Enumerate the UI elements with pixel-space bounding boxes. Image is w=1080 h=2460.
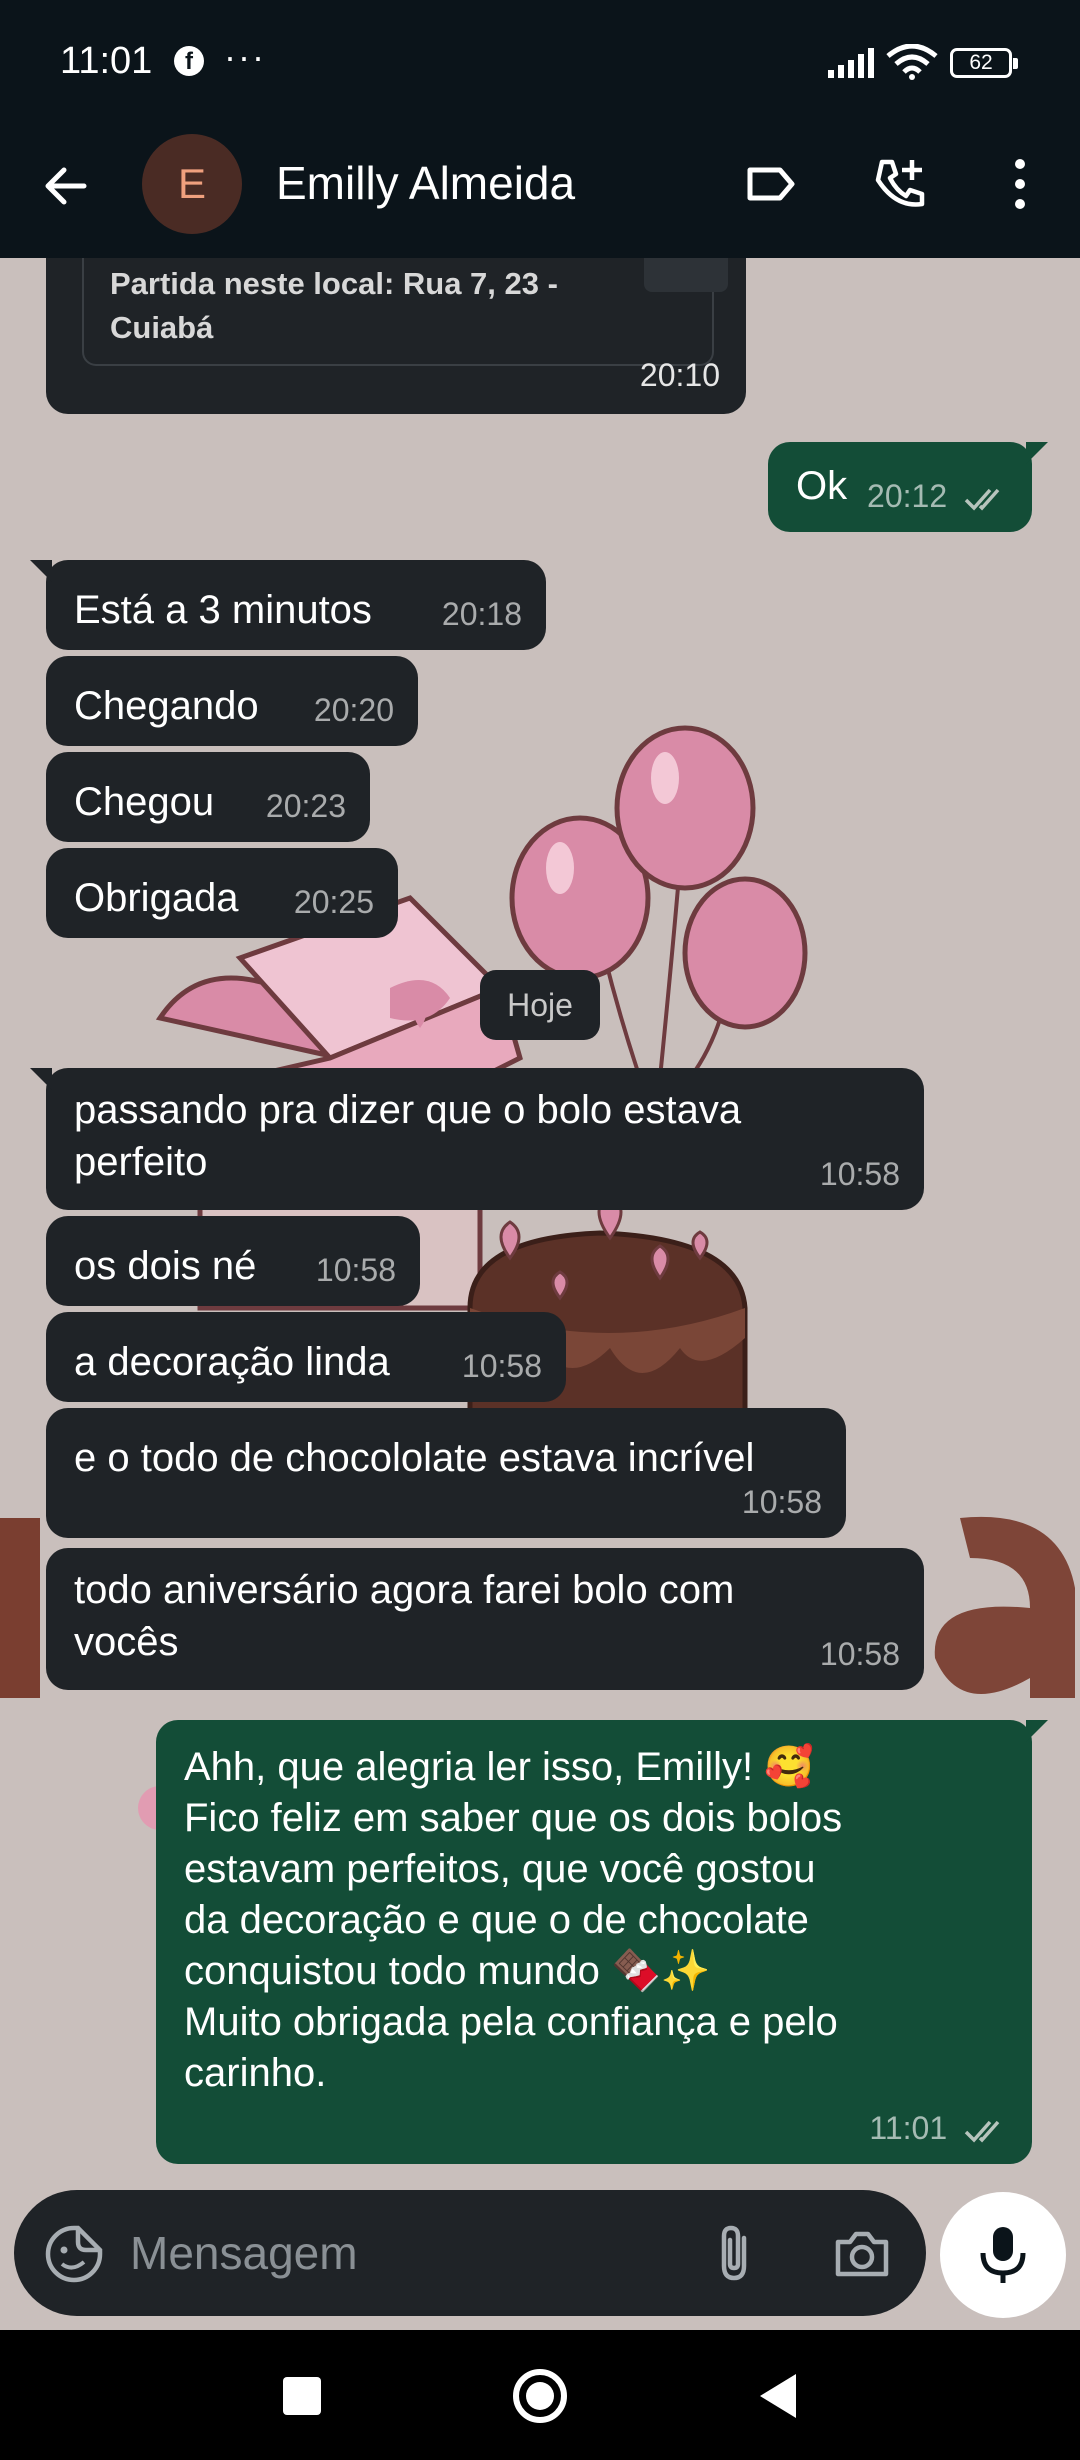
message-line: carinho.	[184, 2051, 327, 2095]
message-text: todo aniversário agora farei bolo com vo…	[74, 1564, 734, 1668]
message-bubble-incoming[interactable]: a decoração linda 10:58	[46, 1312, 566, 1402]
message-line: todo aniversário agora farei bolo com	[74, 1568, 735, 1612]
message-text: Ok	[796, 464, 848, 508]
message-bubble-incoming[interactable]: Chegando 20:20	[46, 656, 418, 746]
add-call-icon[interactable]	[866, 150, 934, 218]
message-text: Chegando	[74, 684, 259, 728]
message-line: Fico feliz em saber que os dois bolos	[184, 1796, 843, 1840]
wifi-icon	[886, 44, 938, 80]
message-text: e o todo de chocololate estava incrível	[74, 1436, 755, 1480]
contact-name[interactable]: Emilly Almeida	[276, 156, 575, 210]
message-text: Chegou	[74, 780, 215, 824]
message-time: 11:01	[869, 2102, 1008, 2154]
label-icon[interactable]	[736, 150, 804, 218]
facebook-icon: f	[174, 46, 204, 76]
message-text: passando pra dizer que o bolo estava per…	[74, 1084, 741, 1188]
message-line: perfeito	[74, 1140, 208, 1184]
message-line: vocês	[74, 1620, 179, 1664]
back-arrow-icon[interactable]	[36, 156, 96, 216]
avatar[interactable]: E	[142, 134, 242, 234]
recents-icon[interactable]	[270, 2364, 334, 2428]
message-line: Ahh, que alegria ler isso, Emilly! 🥰	[184, 1745, 815, 1789]
message-text: Ahh, que alegria ler isso, Emilly! 🥰 Fic…	[184, 1742, 842, 2099]
message-time: 10:58	[819, 1156, 900, 1192]
message-time: 10:58	[741, 1484, 822, 1520]
location-text: Partida neste local: Rua 7, 23 - Cuiabá	[110, 266, 558, 345]
message-bubble-incoming[interactable]: e o todo de chocololate estava incrível …	[46, 1408, 846, 1538]
message-bubble-outgoing[interactable]: Ok 20:12	[768, 442, 1048, 532]
mic-icon	[980, 2227, 1026, 2283]
message-bubble-incoming[interactable]: passando pra dizer que o bolo estava per…	[30, 1068, 924, 1210]
message-line: estavam perfeitos, que você gostou	[184, 1847, 816, 1891]
home-icon[interactable]	[508, 2364, 572, 2428]
message-line: conquistou todo mundo 🍫✨	[184, 1949, 711, 1993]
message-bubble-incoming[interactable]: Está a 3 minutos 20:18	[30, 560, 546, 650]
message-text: a decoração linda	[74, 1340, 390, 1384]
message-text: os dois né	[74, 1244, 257, 1288]
more-vertical-icon[interactable]	[988, 150, 1056, 218]
message-time: 20:10	[639, 357, 720, 393]
message-time: 10:58	[315, 1252, 396, 1288]
message-bubble-incoming[interactable]: Obrigada 20:25	[46, 848, 398, 938]
chat-header: E Emilly Almeida	[0, 126, 1080, 258]
message-bubble-incoming[interactable]: os dois né 10:58	[46, 1216, 420, 1306]
attach-icon[interactable]	[704, 2222, 768, 2286]
message-line: Muito obrigada pela confiança e pelo	[184, 2000, 838, 2044]
location-message[interactable]: Partida neste local: Rua 7, 23 - Cuiabá …	[46, 258, 746, 414]
message-time: 20:20	[313, 692, 394, 728]
status-time: 11:01	[60, 40, 153, 82]
message-bubble-incoming[interactable]: Chegou 20:23	[46, 752, 370, 842]
message-input[interactable]	[130, 2218, 690, 2288]
message-time-text: 11:01	[869, 2110, 948, 2146]
date-separator: Hoje	[480, 970, 600, 1040]
message-bubble-outgoing[interactable]: Ahh, que alegria ler isso, Emilly! 🥰 Fic…	[156, 1720, 1048, 2164]
message-time: 20:23	[265, 788, 346, 824]
read-ticks-icon	[964, 488, 1000, 511]
message-time: 10:58	[461, 1348, 542, 1384]
read-ticks-icon	[964, 2120, 1000, 2143]
message-time: 10:58	[819, 1636, 900, 1672]
message-composer	[14, 2190, 926, 2316]
camera-icon[interactable]	[830, 2222, 894, 2286]
message-time: 20:18	[441, 596, 522, 632]
location-thumbnail	[644, 258, 728, 292]
message-text: Obrigada	[74, 876, 239, 920]
message-time: 20:12	[867, 470, 1008, 522]
message-time-text: 20:12	[867, 478, 948, 514]
battery-icon: 62	[950, 48, 1018, 78]
system-nav-bar	[0, 2330, 1080, 2460]
more-notifications-icon: ···	[224, 36, 266, 77]
signal-icon	[828, 48, 874, 78]
message-line: passando pra dizer que o bolo estava	[74, 1088, 742, 1132]
message-bubble-incoming[interactable]: todo aniversário agora farei bolo com vo…	[46, 1548, 924, 1690]
message-text: Está a 3 minutos	[74, 588, 372, 632]
sticker-emoji-icon[interactable]	[42, 2222, 106, 2286]
back-triangle-icon[interactable]	[746, 2364, 810, 2428]
voice-message-button[interactable]	[940, 2192, 1066, 2318]
message-time: 20:25	[293, 884, 374, 920]
status-bar: 11:01 f ··· 62	[0, 0, 1080, 126]
message-line: da decoração e que o de chocolate	[184, 1898, 809, 1942]
